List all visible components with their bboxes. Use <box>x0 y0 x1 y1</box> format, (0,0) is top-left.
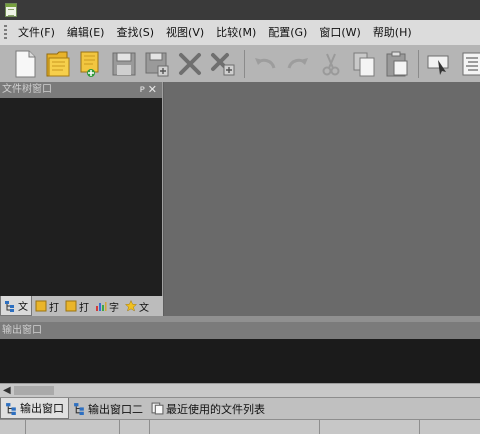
status-cell <box>120 420 150 434</box>
save-button[interactable] <box>108 48 140 80</box>
file-tree-panel: 文件树窗口 ᴘ ✕ 文 打 打 字 文 <box>0 82 163 316</box>
star-icon <box>125 300 137 312</box>
chart-icon <box>96 302 107 311</box>
copy-button[interactable] <box>348 48 380 80</box>
recent-files-icon <box>151 402 164 415</box>
output-panel-header: 输出窗口 <box>0 322 480 339</box>
redo-icon <box>287 57 308 69</box>
save-icon <box>112 52 136 75</box>
tab-file-tree-label: 文 <box>18 302 28 313</box>
horizontal-scrollbar[interactable]: ◀ <box>0 383 480 397</box>
tab-fonts[interactable]: 字 <box>92 296 122 316</box>
menu-file[interactable]: 文件(F) <box>12 20 61 45</box>
cut-button[interactable] <box>315 48 347 80</box>
status-cell <box>420 420 480 434</box>
select-button[interactable] <box>423 48 455 80</box>
tab-favorites-label: 文 <box>139 302 149 314</box>
tab-open-files-2[interactable]: 打 <box>62 296 92 316</box>
tab-output-1-label: 输出窗口 <box>20 402 64 415</box>
tab-file-tree[interactable]: 文 <box>0 296 32 316</box>
pin-icon[interactable]: ᴘ <box>140 82 145 98</box>
outline-button[interactable] <box>456 48 480 80</box>
toolbar-separator <box>418 49 419 78</box>
close-button[interactable] <box>174 48 206 80</box>
output-tabs: 输出窗口 输出窗口二 最近使用的文件列表 <box>0 397 480 419</box>
output-panel-title: 输出窗口 <box>2 325 42 336</box>
toolbar-separator <box>244 49 245 78</box>
menu-window[interactable]: 窗口(W) <box>313 20 366 45</box>
status-cell <box>150 420 320 434</box>
menu-view[interactable]: 视图(V) <box>160 20 210 45</box>
menu-bar: 文件(F) 编辑(E) 查找(S) 视图(V) 比较(M) 配置(G) 窗口(W… <box>0 20 480 45</box>
notepad-app-icon[interactable] <box>5 3 17 17</box>
file-tree-panel-header: 文件树窗口 ᴘ ✕ <box>0 82 162 98</box>
open-folder-icon <box>46 51 70 76</box>
tab-recent-files-label: 最近使用的文件列表 <box>166 402 265 416</box>
menu-help[interactable]: 帮助(H) <box>367 20 418 45</box>
status-cell <box>26 420 120 434</box>
tab-output-2[interactable]: 输出窗口二 <box>69 398 147 419</box>
open-special-button[interactable] <box>75 48 107 80</box>
tab-open-files-2-label: 打 <box>79 302 89 314</box>
close-all-icon <box>211 52 235 75</box>
new-file-button[interactable] <box>9 48 41 80</box>
file-tree-tabs: 文 打 打 字 文 <box>0 296 163 316</box>
close-icon <box>179 52 201 75</box>
status-bar <box>0 419 480 434</box>
save-all-icon <box>145 52 169 76</box>
tab-output-2-label: 输出窗口二 <box>88 402 143 416</box>
tab-open-files-label: 打 <box>49 302 59 314</box>
folder-icon <box>65 300 77 312</box>
save-all-button[interactable] <box>141 48 173 80</box>
menu-edit[interactable]: 编辑(E) <box>61 20 111 45</box>
scroll-thumb[interactable] <box>14 386 54 395</box>
menu-compare[interactable]: 比较(M) <box>210 20 262 45</box>
tree-icon <box>6 402 16 415</box>
output-panel: 输出窗口 ◀ <box>0 322 480 397</box>
tab-recent-files[interactable]: 最近使用的文件列表 <box>147 398 269 419</box>
toolbar: A <box>0 45 480 82</box>
tab-fonts-label: 字 <box>109 302 119 314</box>
tree-icon <box>74 403 84 415</box>
title-bar <box>0 0 480 20</box>
status-cell <box>0 420 26 434</box>
menu-search[interactable]: 查找(S) <box>110 20 160 45</box>
folder-icon <box>35 300 47 312</box>
scroll-left-icon[interactable]: ◀ <box>3 384 11 397</box>
cut-icon <box>322 53 340 75</box>
undo-button[interactable] <box>249 48 281 80</box>
tab-favorites[interactable]: 文 <box>122 296 152 316</box>
menu-config[interactable]: 配置(G) <box>262 20 313 45</box>
select-icon <box>427 55 449 75</box>
tab-output-1[interactable]: 输出窗口 <box>0 398 69 419</box>
open-folder-green-icon <box>80 51 99 77</box>
menu-grip[interactable] <box>4 25 7 40</box>
undo-icon <box>255 57 276 69</box>
redo-button[interactable] <box>282 48 314 80</box>
tree-icon <box>5 300 14 312</box>
copy-icon <box>353 52 375 76</box>
outline-icon <box>462 52 480 75</box>
editor-area[interactable] <box>164 82 480 318</box>
file-tree-panel-title: 文件树窗口 <box>2 84 52 95</box>
close-panel-icon[interactable]: ✕ <box>148 82 157 98</box>
open-button[interactable] <box>42 48 74 80</box>
paste-icon <box>386 51 408 76</box>
new-file-icon <box>15 50 36 77</box>
close-all-button[interactable] <box>207 48 239 80</box>
status-cell <box>320 420 420 434</box>
paste-button[interactable] <box>381 48 413 80</box>
output-content[interactable] <box>0 339 480 383</box>
tab-open-files[interactable]: 打 <box>32 296 62 316</box>
